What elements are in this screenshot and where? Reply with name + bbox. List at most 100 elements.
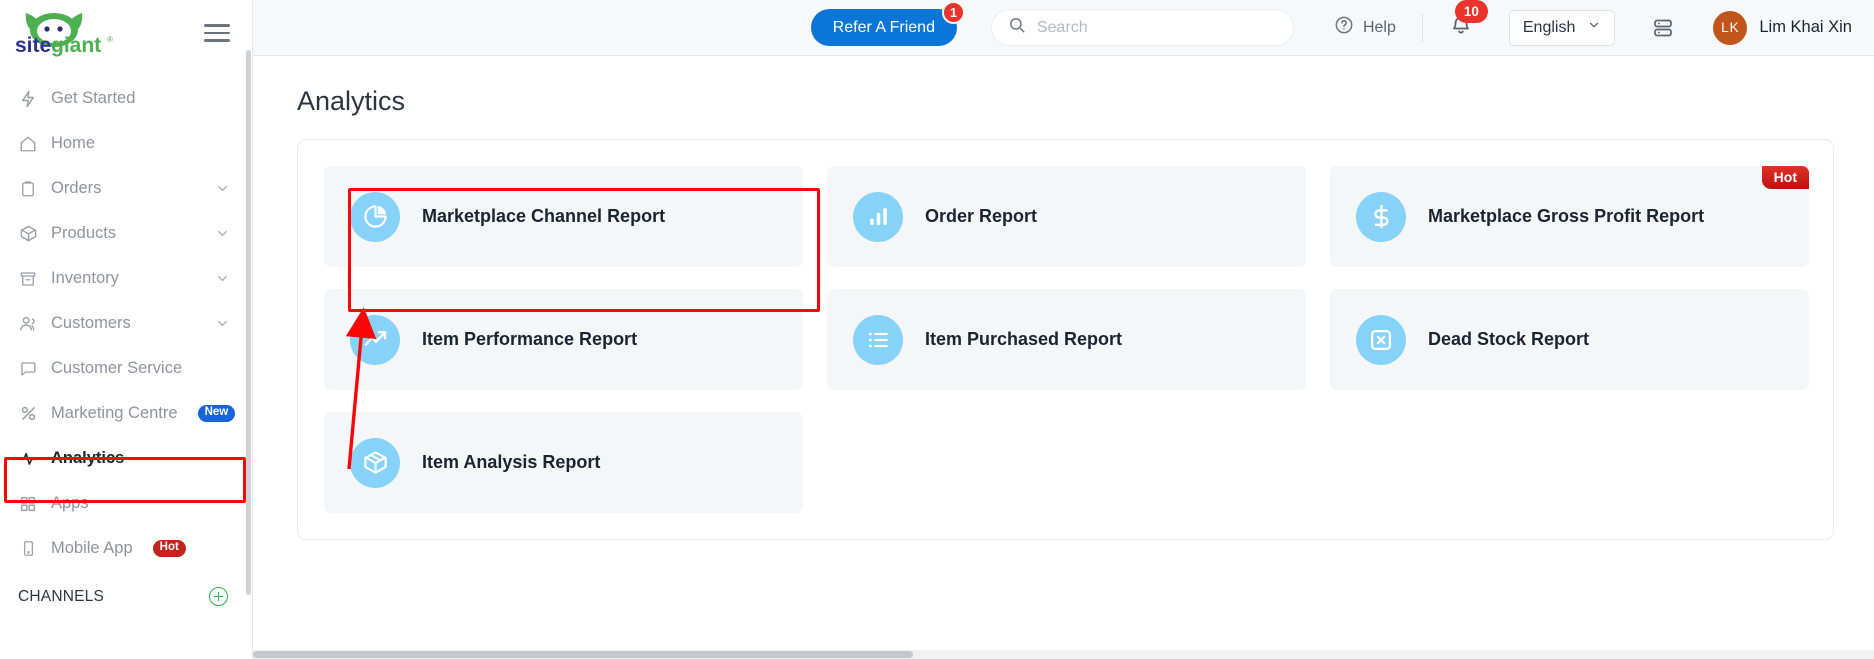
avatar: LK: [1713, 10, 1748, 45]
sidebar-nav: Get Started Home Orders Products Invento…: [0, 66, 252, 659]
svg-text:site: site: [15, 34, 51, 57]
card-label: Order Report: [925, 206, 1038, 226]
search-input[interactable]: [1036, 18, 1277, 37]
notification-badge: 10: [1454, 0, 1488, 23]
chevron-down-icon: [215, 226, 230, 241]
trending-up-icon: [350, 314, 400, 365]
sidebar-item-products[interactable]: Products: [0, 211, 252, 256]
sidebar-item-label: Marketing Centre: [51, 404, 178, 422]
sidebar-item-label: Customer Service: [51, 359, 183, 377]
toolbar-divider: [1421, 13, 1423, 42]
channels-label: CHANNELS: [18, 587, 105, 605]
percent-icon: [18, 404, 38, 424]
chevron-down-icon: [215, 181, 230, 196]
sidebar-item-label: Customers: [51, 314, 131, 332]
plus-circle-icon[interactable]: [209, 587, 228, 606]
hamburger-icon[interactable]: [204, 19, 230, 47]
sitegiant-logo[interactable]: site giant ®: [14, 7, 119, 59]
card-order-report[interactable]: Order Report: [827, 166, 1306, 267]
chat-icon: [18, 359, 38, 379]
sidebar-item-label: Get Started: [51, 89, 136, 107]
chevron-down-icon: [215, 316, 230, 331]
card-label: Item Performance Report: [422, 329, 638, 349]
sidebar-item-label: Products: [51, 224, 117, 242]
svg-text:®: ®: [107, 35, 113, 44]
logo-svg: site giant ®: [15, 13, 113, 57]
x-square-icon: [1356, 314, 1406, 365]
clipboard-icon: [18, 179, 38, 199]
content-area: Analytics Marketplace Channel Report Ord…: [253, 56, 1874, 659]
sidebar-item-inventory[interactable]: Inventory: [0, 256, 252, 301]
question-circle-icon: [1334, 15, 1354, 40]
card-dead-stock-report[interactable]: Dead Stock Report: [1330, 289, 1809, 390]
page-title: Analytics: [297, 86, 406, 116]
list-icon: [853, 314, 903, 365]
mobile-icon: [18, 539, 38, 559]
card-label: Dead Stock Report: [1428, 329, 1590, 349]
refer-a-friend-label: Refer A Friend: [832, 18, 935, 36]
reports-grid: Marketplace Channel Report Order Report …: [324, 166, 1809, 513]
main-region: Refer A Friend 1 Help 10: [253, 0, 1874, 659]
refer-badge: 1: [941, 1, 965, 24]
sidebar-item-label: Home: [51, 134, 96, 152]
card-label: Item Purchased Report: [925, 329, 1123, 349]
badge-new: New: [197, 405, 236, 422]
sidebar-item-apps[interactable]: Apps: [0, 481, 252, 526]
grid-icon: [18, 494, 38, 514]
archive-icon: [18, 269, 38, 289]
svg-text:giant: giant: [51, 34, 101, 57]
sidebar-item-label: Apps: [51, 494, 89, 512]
hot-tag: Hot: [1761, 166, 1809, 189]
horizontal-scrollbar[interactable]: [253, 650, 1874, 659]
sidebar-item-orders[interactable]: Orders: [0, 166, 252, 211]
sidebar-item-mobile-app[interactable]: Mobile App Hot: [0, 526, 252, 571]
scrollbar-thumb[interactable]: [253, 651, 913, 658]
package-icon: [350, 437, 400, 488]
badge-hot: Hot: [152, 540, 186, 557]
card-item-performance-report[interactable]: Item Performance Report: [324, 289, 803, 390]
help-label: Help: [1362, 18, 1396, 36]
app-root: site giant ® Get Started Home Orders Pro…: [0, 0, 1874, 659]
lightning-icon: [18, 89, 38, 109]
language-selector[interactable]: English: [1508, 9, 1616, 46]
sidebar-item-label: Mobile App: [51, 539, 133, 557]
card-item-purchased-report[interactable]: Item Purchased Report: [827, 289, 1306, 390]
server-icon[interactable]: [1651, 16, 1675, 40]
sidebar-item-analytics[interactable]: Analytics: [0, 436, 252, 481]
sidebar-item-customers[interactable]: Customers: [0, 301, 252, 346]
card-item-analysis-report[interactable]: Item Analysis Report: [324, 412, 803, 513]
bar-chart-icon: [853, 191, 903, 242]
card-label: Item Analysis Report: [422, 452, 601, 472]
reports-panel: Marketplace Channel Report Order Report …: [297, 139, 1834, 540]
sidebar: site giant ® Get Started Home Orders Pro…: [0, 0, 253, 659]
refer-a-friend-button[interactable]: Refer A Friend 1: [810, 1, 965, 46]
users-icon: [18, 314, 38, 334]
sidebar-item-label: Inventory: [51, 269, 119, 287]
activity-icon: [18, 449, 38, 469]
search-box[interactable]: [990, 9, 1294, 46]
dollar-icon: [1356, 191, 1406, 242]
chevron-down-icon: [1587, 18, 1601, 37]
card-label: Marketplace Channel Report: [422, 206, 666, 226]
user-name: Lim Khai Xin: [1759, 18, 1852, 36]
top-bar: Refer A Friend 1 Help 10: [253, 0, 1874, 56]
sidebar-scrollbar[interactable]: [245, 50, 251, 595]
card-label: Marketplace Gross Profit Report: [1428, 206, 1705, 226]
notification-button[interactable]: 10: [1449, 0, 1488, 42]
home-icon: [18, 134, 38, 154]
channels-section-header: CHANNELS: [0, 571, 252, 606]
search-icon: [1008, 16, 1026, 39]
sidebar-header: site giant ®: [0, 0, 252, 66]
card-marketplace-gross-profit-report[interactable]: Hot Marketplace Gross Profit Report: [1330, 166, 1809, 267]
sidebar-item-home[interactable]: Home: [0, 121, 252, 166]
chevron-down-icon: [215, 271, 230, 286]
sidebar-item-label: Analytics: [51, 449, 125, 467]
sidebar-item-marketing-centre[interactable]: Marketing Centre New: [0, 391, 252, 436]
sidebar-item-customer-service[interactable]: Customer Service: [0, 346, 252, 391]
sidebar-item-get-started[interactable]: Get Started: [0, 76, 252, 121]
sidebar-item-label: Orders: [51, 179, 102, 197]
user-menu[interactable]: LK Lim Khai Xin: [1713, 10, 1852, 45]
help-button[interactable]: Help: [1334, 15, 1396, 40]
card-marketplace-channel-report[interactable]: Marketplace Channel Report: [324, 166, 803, 267]
box-icon: [18, 224, 38, 244]
